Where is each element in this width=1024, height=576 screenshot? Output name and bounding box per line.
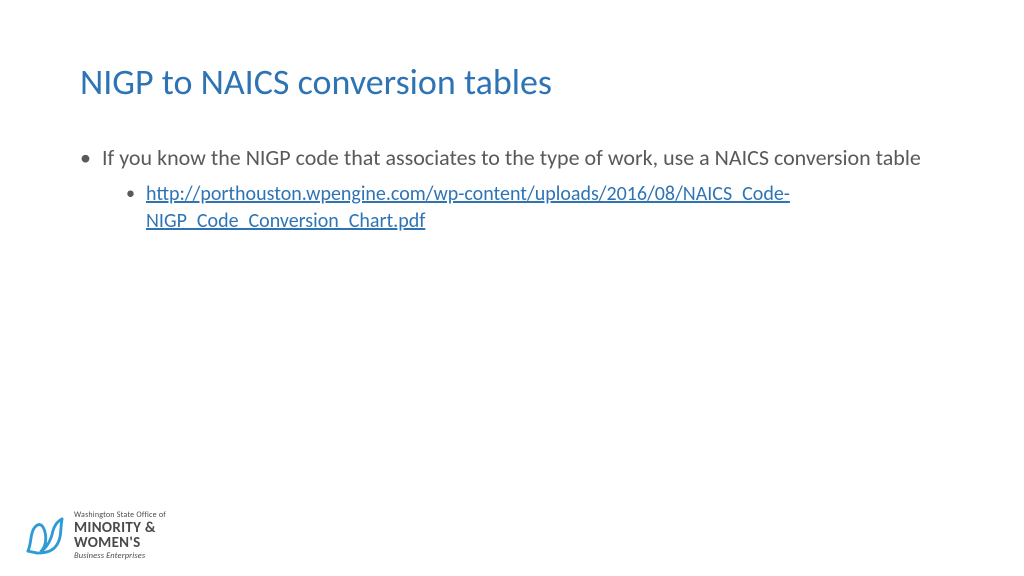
logo-tagline: Business Enterprises: [74, 552, 166, 561]
logo-mark-icon: [26, 515, 64, 555]
conversion-link[interactable]: http://porthouston.wpengine.com/wp-conte…: [146, 182, 790, 233]
slide: NIGP to NAICS conversion tables If you k…: [0, 0, 1024, 576]
bullet-item: If you know the NIGP code that associate…: [80, 144, 944, 235]
logo-subtitle: Washington State Office of: [74, 511, 166, 519]
sub-bullet-list: http://porthouston.wpengine.com/wp-conte…: [102, 181, 944, 235]
sub-bullet-item: http://porthouston.wpengine.com/wp-conte…: [126, 181, 944, 235]
main-bullet-list: If you know the NIGP code that associate…: [80, 144, 944, 235]
logo-text: Washington State Office of MINORITY & WO…: [74, 511, 166, 561]
bullet-text: If you know the NIGP code that associate…: [102, 144, 921, 171]
footer-logo: Washington State Office of MINORITY & WO…: [26, 511, 166, 561]
slide-title: NIGP to NAICS conversion tables: [80, 60, 944, 104]
logo-title-2: WOMEN'S: [74, 536, 166, 551]
